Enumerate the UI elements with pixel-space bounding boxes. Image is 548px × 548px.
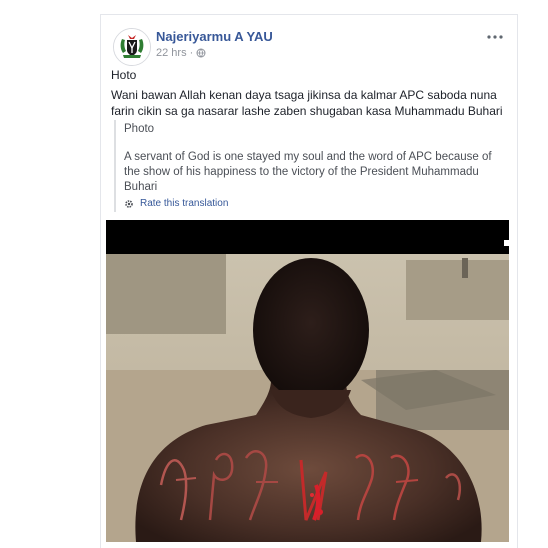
coat-of-arms-icon xyxy=(114,29,150,65)
post-photo[interactable] xyxy=(106,220,509,542)
translation-line-2: the show of his happiness to the victory… xyxy=(124,166,479,178)
post-options-button[interactable] xyxy=(487,27,503,43)
gear-icon xyxy=(125,199,133,208)
author-avatar[interactable] xyxy=(113,28,151,66)
post-body-line-2: farin cikin sa ga nasarar lashe zaben sh… xyxy=(111,104,503,118)
rate-translation-label[interactable]: Rate this translation xyxy=(140,198,228,209)
meta-separator: · xyxy=(189,47,194,59)
post-photo-image xyxy=(106,220,509,542)
post-time[interactable]: 22 hrs xyxy=(156,47,187,59)
rate-translation-link[interactable]: Rate this translation xyxy=(124,198,228,209)
author-name[interactable]: Najeriyarmu A YAU xyxy=(156,29,273,44)
ellipsis-icon xyxy=(487,35,503,39)
globe-icon xyxy=(196,48,206,58)
translation-line-3: Buhari xyxy=(124,181,158,193)
translation-line-1: A servant of God is one stayed my soul a… xyxy=(124,151,492,163)
post-title: Hoto xyxy=(111,68,137,82)
post-meta: 22 hrs · xyxy=(156,47,206,59)
translation-title: Photo xyxy=(124,123,155,135)
post-body-line-1: Wani bawan Allah kenan daya tsaga jikins… xyxy=(111,88,497,102)
